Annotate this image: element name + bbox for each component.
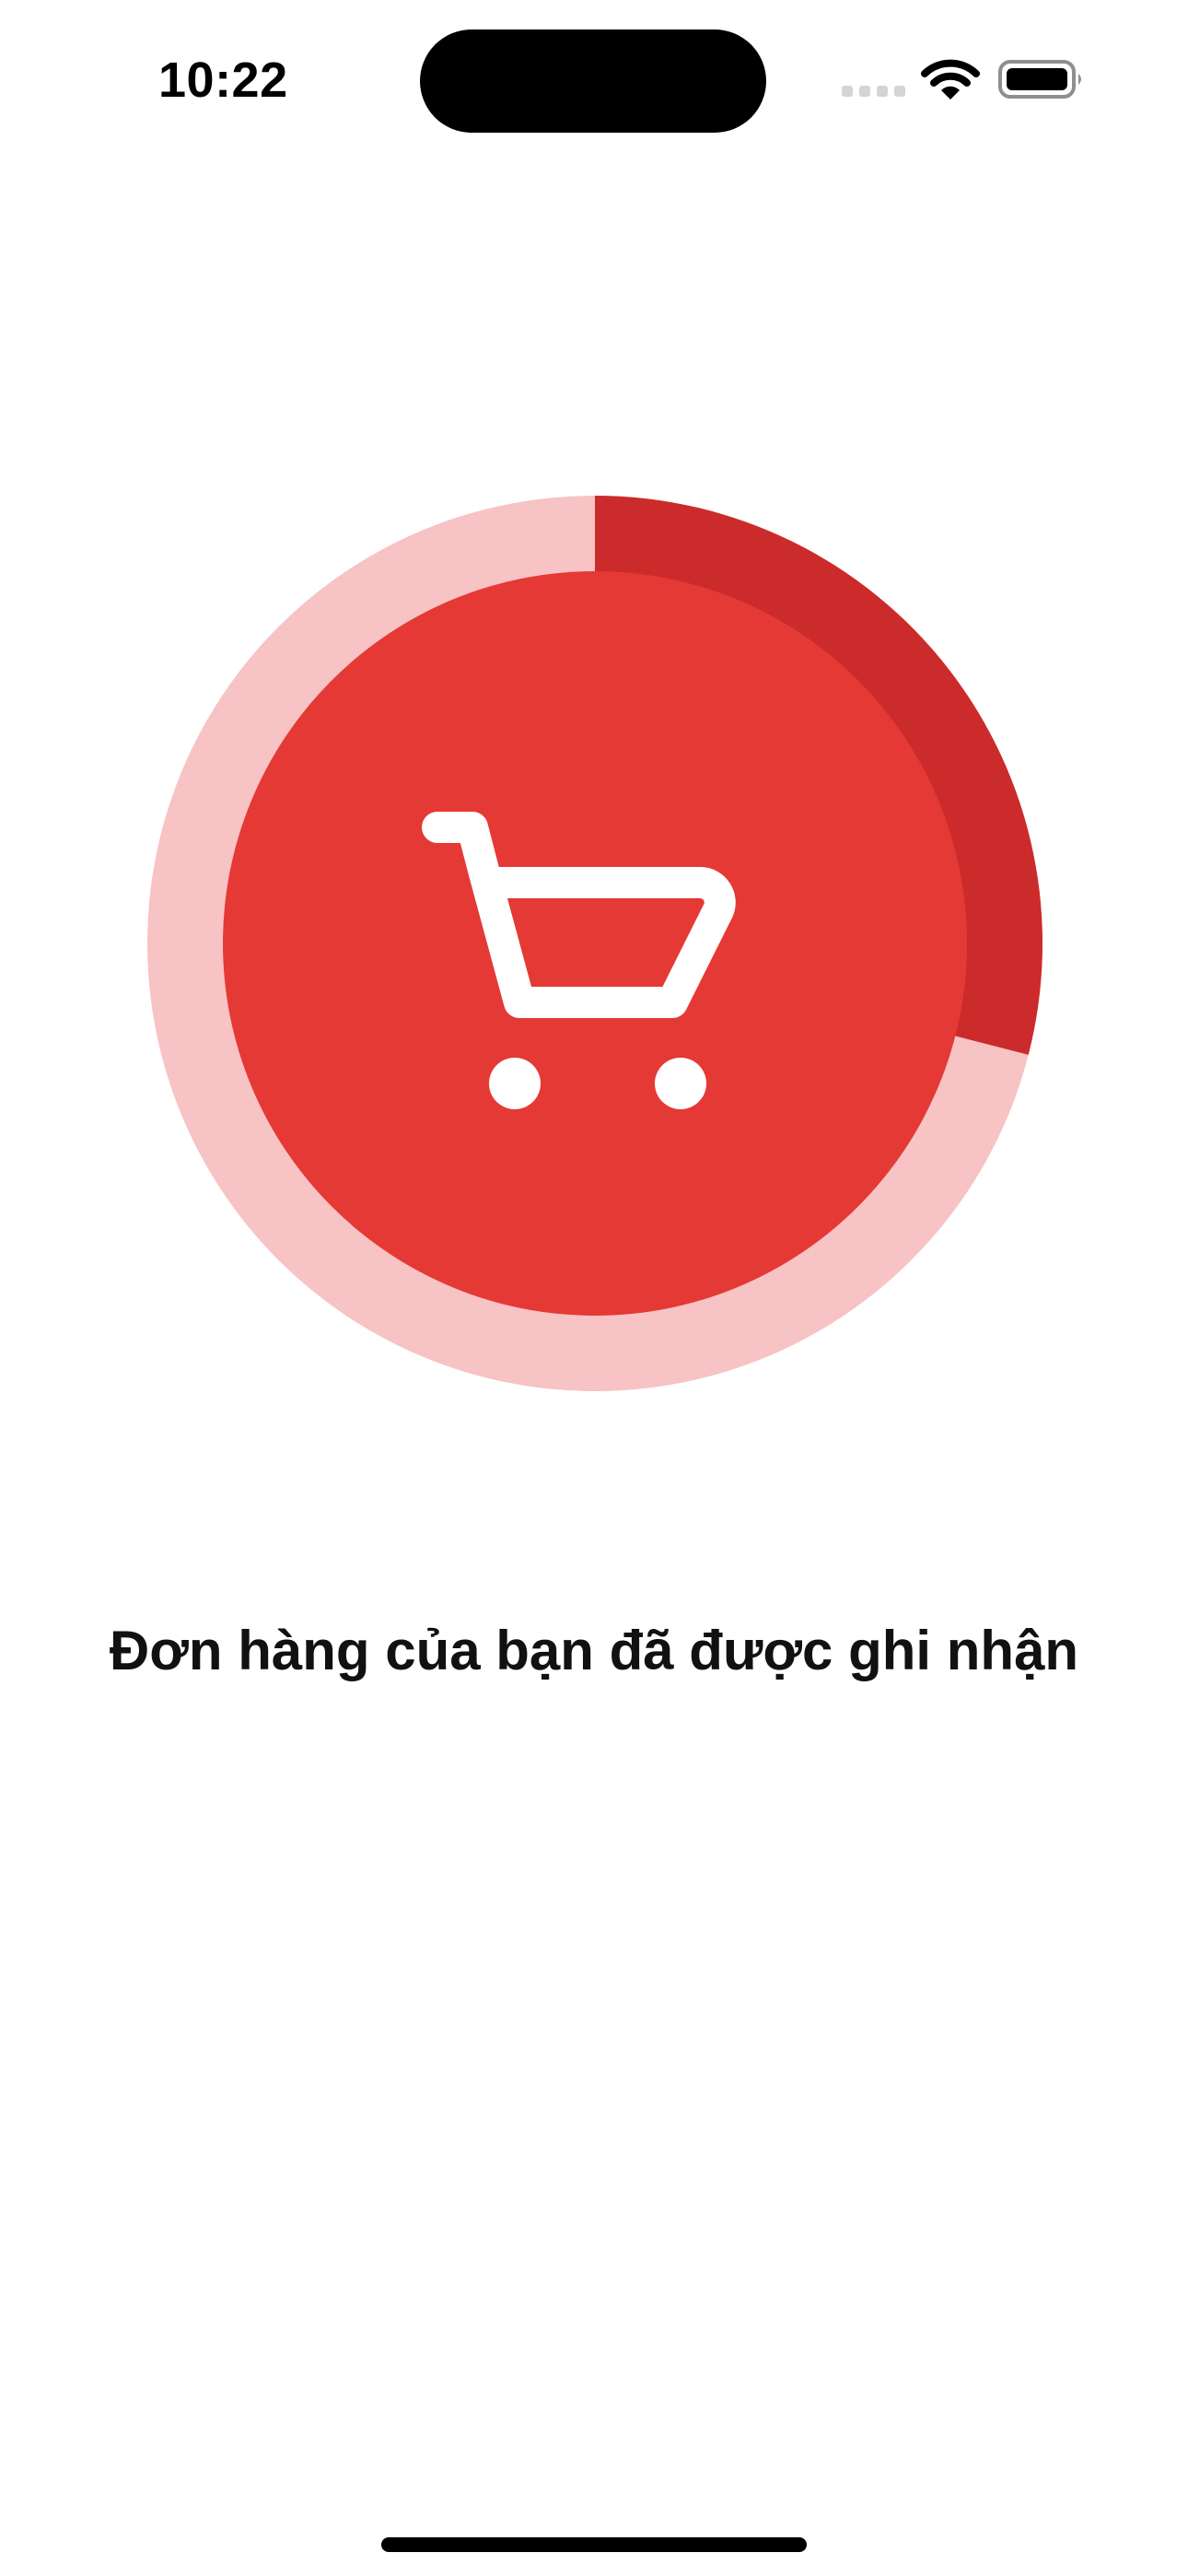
cellular-signal-icon (842, 86, 905, 99)
status-bar: 10:22 (0, 0, 1188, 166)
home-indicator[interactable] (381, 2537, 807, 2552)
status-time: 10:22 (158, 53, 288, 108)
wifi-icon (921, 59, 980, 100)
order-confirmation-message: Đơn hàng của bạn đã được ghi nhận (109, 1620, 1079, 1681)
shopping-cart-icon (422, 812, 736, 1109)
dynamic-island (420, 29, 766, 133)
battery-icon (998, 60, 1081, 99)
